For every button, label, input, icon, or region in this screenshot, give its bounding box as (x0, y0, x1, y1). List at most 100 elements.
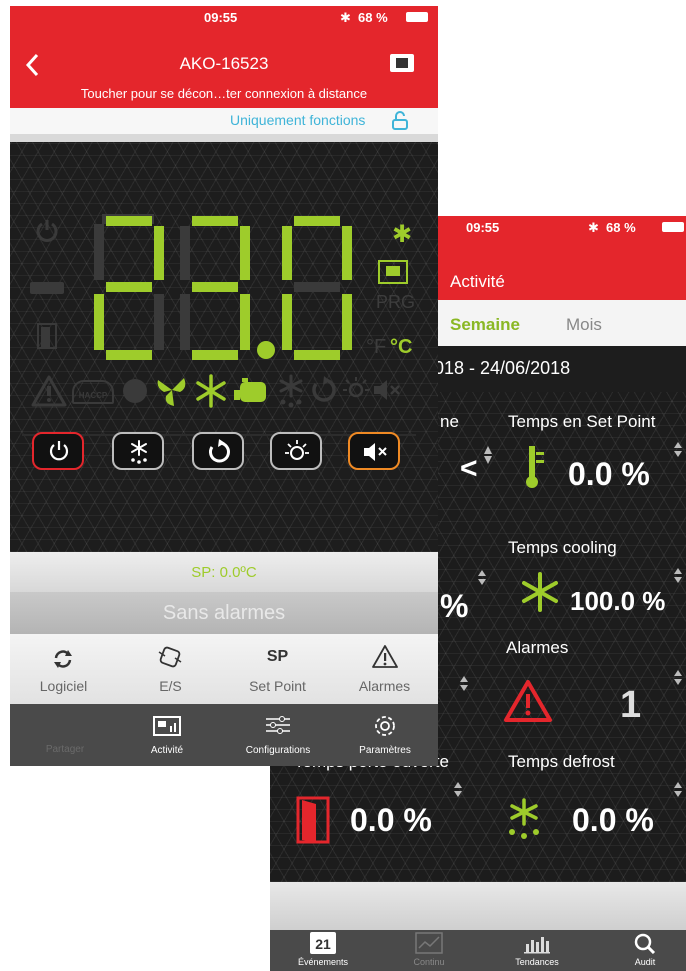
fan-icon (157, 378, 186, 406)
audit-icon (634, 933, 656, 955)
bottom-tab-bar: 21 Événements Continu Tendances Audit (270, 930, 686, 971)
thermometer-icon (526, 446, 544, 488)
menu-label: Alarmes (358, 678, 411, 694)
tab-label: Audit (634, 957, 656, 967)
gear-icon (375, 716, 395, 736)
setpoint-bar: SP: 0.0ºC (10, 552, 438, 592)
tab-label: Partager (45, 744, 85, 755)
tab-configurations[interactable]: Configurations (228, 714, 328, 756)
chart-line-icon (415, 932, 443, 954)
tab-activity[interactable]: Activité (122, 714, 212, 756)
haccp-indicator: HACCP (72, 380, 114, 404)
battery-percent: 68 % (606, 220, 636, 235)
door-icon (37, 323, 57, 349)
device-title: AKO-16523 (179, 54, 269, 73)
menu-io[interactable]: E/S (117, 634, 224, 704)
battery-icon (406, 12, 428, 22)
tab-events[interactable]: 21 Événements (288, 932, 358, 967)
unlock-icon[interactable] (390, 111, 410, 131)
scroll-arrow-icon (454, 782, 462, 797)
controller-display: ✱ PRG °F °C HACCP (10, 142, 438, 552)
stat-label-defrost: Temps defrost (508, 752, 615, 771)
stat-value-setpoint: 0.0 % (568, 456, 650, 492)
tab-continuous[interactable]: Continu (394, 932, 464, 967)
io-icon (158, 646, 182, 668)
menu-software[interactable]: Logiciel (10, 634, 117, 704)
stat-label-setpoint: Temps en Set Point (508, 412, 656, 431)
battery-percent: 68 % (358, 10, 388, 25)
mute-button[interactable] (348, 432, 400, 470)
stat-label-alarms: Alarmes (506, 638, 569, 657)
alarm-status-bar: Sans alarmes (10, 592, 438, 634)
tab-share[interactable]: Partager (20, 714, 110, 755)
bar-chart-icon (524, 937, 550, 954)
tab-label: Continu (413, 957, 445, 967)
tab-label: Configurations (245, 745, 311, 756)
warning-icon (372, 645, 398, 668)
bottom-tab-bar: Partager Activité Configurations Paramèt… (10, 704, 438, 766)
door-icon (296, 796, 330, 844)
stat-value-partial: % (440, 588, 469, 624)
warning-indicator-icon (31, 375, 67, 407)
mute-icon (364, 443, 387, 461)
tab-month[interactable]: Mois (566, 315, 602, 335)
menu-label: Logiciel (39, 678, 88, 694)
defrost-button[interactable] (112, 432, 164, 470)
alarm-triangle-icon (504, 680, 552, 722)
stat-value-defrost: 0.0 % (572, 802, 654, 838)
bluetooth-indicator-icon: ✱ (392, 221, 413, 248)
battery-icon (662, 222, 684, 232)
menu-alarms[interactable]: Alarmes (331, 634, 438, 704)
power-icon (49, 441, 69, 461)
device-screen: 09:55 ✱ 68 % AKO-16523 Toucher pour se d… (10, 6, 438, 766)
activity-icon (153, 716, 181, 736)
light-button[interactable] (270, 432, 322, 470)
scroll-arrow-icon (674, 782, 682, 797)
nav-bar[interactable]: AKO-16523 Toucher pour se décon…ter conn… (10, 28, 438, 108)
compressor-icon (234, 378, 266, 402)
partial-value-arrow: < (460, 452, 478, 485)
tab-label: Tendances (515, 957, 559, 967)
minus-segment (30, 282, 64, 294)
cycle-indicator-icon (312, 376, 336, 402)
alarm-status-text: Sans alarmes (162, 602, 286, 624)
seven-segment-reading (94, 214, 352, 360)
lock-bar: Uniquement fonctions (10, 108, 438, 134)
cooling-indicator-icon (196, 374, 226, 408)
remote-screen-icon[interactable] (390, 54, 414, 72)
share-icon (20, 714, 110, 736)
refresh-icon (54, 650, 72, 668)
celsius-indicator: °C (390, 336, 413, 358)
calendar-icon: 21 (310, 932, 336, 954)
scroll-arrow-icon (484, 446, 492, 464)
tab-label: Paramètres (359, 745, 411, 756)
defrost-icon (131, 440, 147, 464)
stat-label-partial: ne (440, 412, 459, 431)
status-time: 09:55 (204, 10, 238, 25)
stat-value-alarms: 1 (620, 684, 642, 726)
tab-audit[interactable]: Audit (610, 932, 680, 967)
light-indicator-icon (343, 377, 369, 398)
lock-text: Uniquement fonctions (230, 112, 366, 128)
scroll-arrow-icon (674, 442, 682, 457)
tab-week[interactable]: Semaine (450, 315, 520, 335)
remote-indicator-icon (378, 260, 408, 284)
mute-indicator-icon (374, 380, 400, 400)
globe-indicator-icon (123, 379, 147, 403)
tab-trends[interactable]: Tendances (502, 932, 572, 967)
tab-parameters[interactable]: Paramètres (340, 714, 430, 756)
power-button[interactable] (32, 432, 84, 470)
footer-bar (270, 882, 686, 930)
status-time: 09:55 (466, 220, 500, 235)
menu-label: E/S (159, 678, 182, 694)
cycle-icon (209, 439, 230, 463)
snowflake-icon (522, 572, 558, 612)
cycle-button[interactable] (192, 432, 244, 470)
scroll-arrow-icon (674, 568, 682, 583)
tab-label: Événements (297, 957, 349, 967)
menu-label: Set Point (249, 678, 306, 694)
disconnect-subtitle[interactable]: Toucher pour se décon…ter connexion à di… (10, 86, 438, 101)
tab-label: Activité (150, 745, 184, 756)
menu-setpoint[interactable]: SP Set Point (224, 634, 331, 704)
date-range-text: 2018 - 24/06/2018 (424, 358, 571, 378)
